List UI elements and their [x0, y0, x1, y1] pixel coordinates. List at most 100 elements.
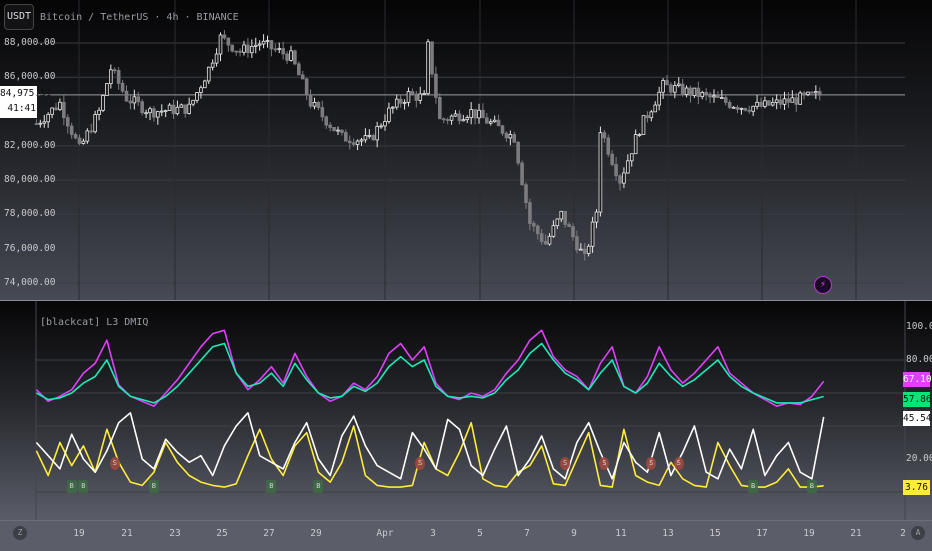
candle	[69, 122, 74, 139]
candle	[257, 40, 262, 51]
candle	[688, 85, 693, 103]
symbol-button[interactable]: USDT	[4, 4, 34, 30]
candle	[261, 34, 266, 49]
candle	[128, 95, 133, 110]
candle	[394, 94, 399, 110]
candle	[798, 90, 802, 105]
candle	[434, 66, 438, 104]
candle	[680, 78, 685, 97]
candle	[97, 107, 101, 121]
candle	[465, 115, 470, 124]
candle	[250, 39, 254, 58]
candle	[101, 94, 105, 113]
candle	[770, 97, 775, 107]
candle	[195, 92, 199, 104]
candle	[171, 99, 176, 120]
candle	[152, 105, 156, 122]
timezone-button[interactable]: Z	[13, 526, 27, 540]
candle	[218, 32, 223, 62]
candle	[112, 67, 117, 74]
price-pane[interactable]	[0, 0, 932, 300]
time-tick-label: Apr	[376, 528, 394, 539]
price-chart[interactable]	[0, 0, 932, 300]
candle	[774, 94, 779, 110]
candle	[293, 49, 297, 66]
candle	[661, 78, 665, 100]
candle	[778, 94, 783, 109]
candle	[539, 228, 544, 245]
candle	[222, 30, 227, 41]
candle	[492, 115, 497, 123]
candle	[156, 110, 160, 125]
candle	[810, 91, 814, 94]
candle	[814, 85, 818, 99]
candle	[285, 51, 289, 64]
candle	[704, 88, 708, 101]
candle	[731, 106, 736, 109]
candle	[723, 94, 728, 106]
candle	[755, 94, 759, 110]
candle	[230, 44, 235, 53]
candle	[58, 98, 62, 111]
candle	[426, 39, 430, 96]
candle	[551, 220, 556, 238]
candle	[85, 128, 90, 144]
candle	[375, 121, 379, 148]
candle	[457, 110, 462, 125]
candle	[614, 156, 618, 181]
candle	[649, 109, 654, 122]
time-tick-label: 7	[524, 528, 530, 539]
candle	[563, 210, 567, 228]
candle	[363, 128, 368, 143]
time-axis[interactable]	[0, 520, 932, 551]
candle	[767, 100, 771, 107]
indicator-title: [blackcat] L3 DMIQ	[40, 317, 149, 328]
candle	[344, 129, 348, 142]
price-tick-label: 80,000.00	[4, 174, 56, 186]
candle	[637, 133, 642, 137]
candle	[414, 91, 419, 108]
candle	[692, 87, 697, 98]
candle	[532, 220, 536, 232]
auto-scale-button[interactable]: A	[911, 526, 925, 540]
candle	[300, 70, 305, 80]
candle	[50, 107, 54, 119]
candle	[708, 91, 712, 104]
candle	[187, 97, 191, 115]
candle	[817, 87, 822, 101]
candle	[379, 123, 383, 129]
candle	[304, 77, 309, 101]
candle	[485, 112, 489, 124]
candle	[391, 106, 395, 114]
indicator-tick-label: 80.00	[906, 354, 932, 365]
candle	[253, 37, 258, 54]
indicator-pane[interactable]	[0, 301, 932, 520]
time-tick-label: 29	[310, 528, 322, 539]
candle	[120, 79, 125, 94]
candle	[281, 41, 285, 60]
candle	[488, 118, 493, 126]
candle	[367, 129, 372, 139]
buy-marker: B	[266, 480, 277, 493]
indicator-value-badge: 45.54	[903, 411, 932, 426]
sell-marker: S	[673, 457, 684, 470]
buy-marker: B	[806, 480, 817, 493]
time-tick-label: 3	[430, 528, 436, 539]
candle	[203, 79, 207, 89]
candle	[747, 105, 752, 114]
candle	[610, 150, 614, 167]
candle	[328, 122, 332, 132]
candle	[336, 126, 340, 136]
time-tick-label: 9	[571, 528, 577, 539]
chart-title: Bitcoin / TetherUS · 4h · BINANCE	[40, 12, 239, 23]
candle	[645, 111, 650, 123]
candle	[183, 104, 188, 118]
candle	[34, 119, 39, 125]
candle	[246, 38, 250, 58]
candle	[641, 115, 646, 135]
lightning-icon[interactable]: ⚡	[814, 276, 832, 294]
candle	[124, 85, 129, 103]
candle	[398, 94, 403, 108]
candle	[81, 138, 86, 145]
candle	[653, 101, 658, 113]
